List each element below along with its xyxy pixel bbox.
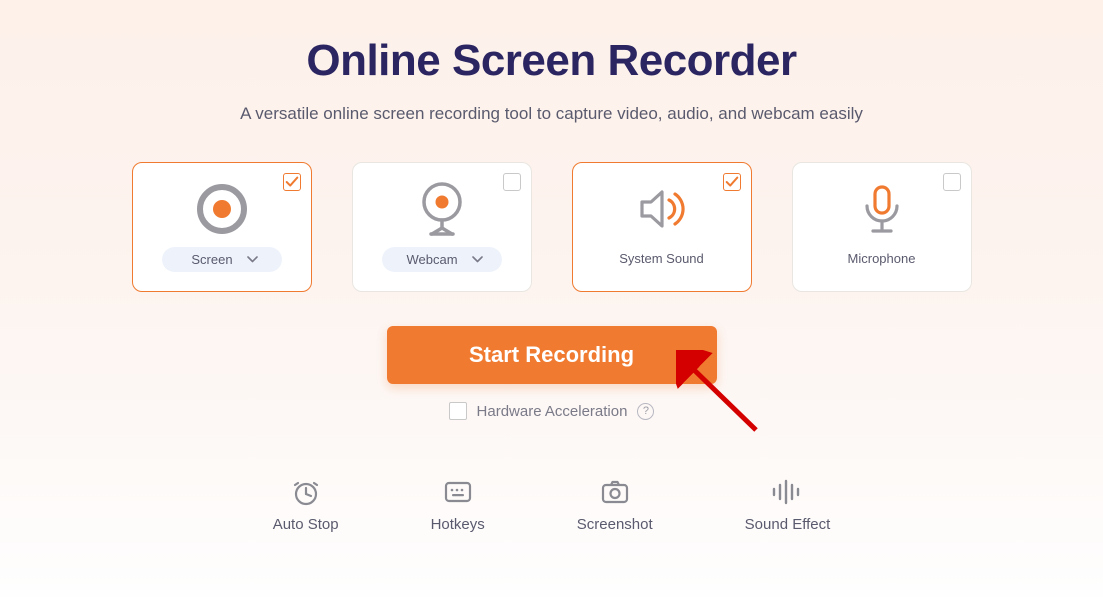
- webcam-dropdown[interactable]: Webcam: [382, 247, 502, 272]
- webcam-checkbox[interactable]: [503, 173, 521, 191]
- page-subtitle: A versatile online screen recording tool…: [240, 104, 863, 124]
- source-card-screen[interactable]: Screen: [132, 162, 312, 292]
- hw-accel-checkbox[interactable]: [449, 402, 467, 420]
- screen-label: Screen: [191, 252, 232, 267]
- tool-hotkeys-label: Hotkeys: [431, 516, 485, 533]
- page-title: Online Screen Recorder: [306, 36, 796, 86]
- tool-row: Auto Stop Hotkeys: [273, 478, 831, 533]
- waveform-icon: [770, 478, 804, 506]
- microphone-label: Microphone: [848, 251, 916, 266]
- hw-accel-row: Hardware Acceleration ?: [449, 402, 655, 420]
- source-card-row: Screen Webcam: [132, 162, 972, 292]
- source-card-system-sound[interactable]: System Sound: [572, 162, 752, 292]
- source-card-microphone[interactable]: Microphone: [792, 162, 972, 292]
- system-sound-checkbox[interactable]: [723, 173, 741, 191]
- tool-hotkeys[interactable]: Hotkeys: [431, 478, 485, 533]
- webcam-icon: [414, 177, 470, 241]
- speaker-icon: [634, 177, 690, 241]
- webcam-label: Webcam: [406, 252, 457, 267]
- tool-screenshot-label: Screenshot: [577, 516, 653, 533]
- screen-dropdown[interactable]: Screen: [162, 247, 282, 272]
- start-recording-button[interactable]: Start Recording: [387, 326, 717, 384]
- clock-icon: [291, 478, 321, 506]
- tool-auto-stop[interactable]: Auto Stop: [273, 478, 339, 533]
- tool-sound-effect[interactable]: Sound Effect: [745, 478, 831, 533]
- chevron-down-icon: [247, 256, 258, 263]
- record-icon: [194, 177, 250, 241]
- chevron-down-icon: [472, 256, 483, 263]
- screen-checkbox[interactable]: [283, 173, 301, 191]
- system-sound-label: System Sound: [619, 251, 704, 266]
- tool-screenshot[interactable]: Screenshot: [577, 478, 653, 533]
- help-icon[interactable]: ?: [637, 403, 654, 420]
- source-card-webcam[interactable]: Webcam: [352, 162, 532, 292]
- tool-sound-effect-label: Sound Effect: [745, 516, 831, 533]
- tool-auto-stop-label: Auto Stop: [273, 516, 339, 533]
- camera-icon: [600, 478, 630, 506]
- keyboard-icon: [443, 478, 473, 506]
- microphone-checkbox[interactable]: [943, 173, 961, 191]
- hw-accel-label: Hardware Acceleration: [477, 403, 628, 420]
- microphone-icon: [854, 177, 910, 241]
